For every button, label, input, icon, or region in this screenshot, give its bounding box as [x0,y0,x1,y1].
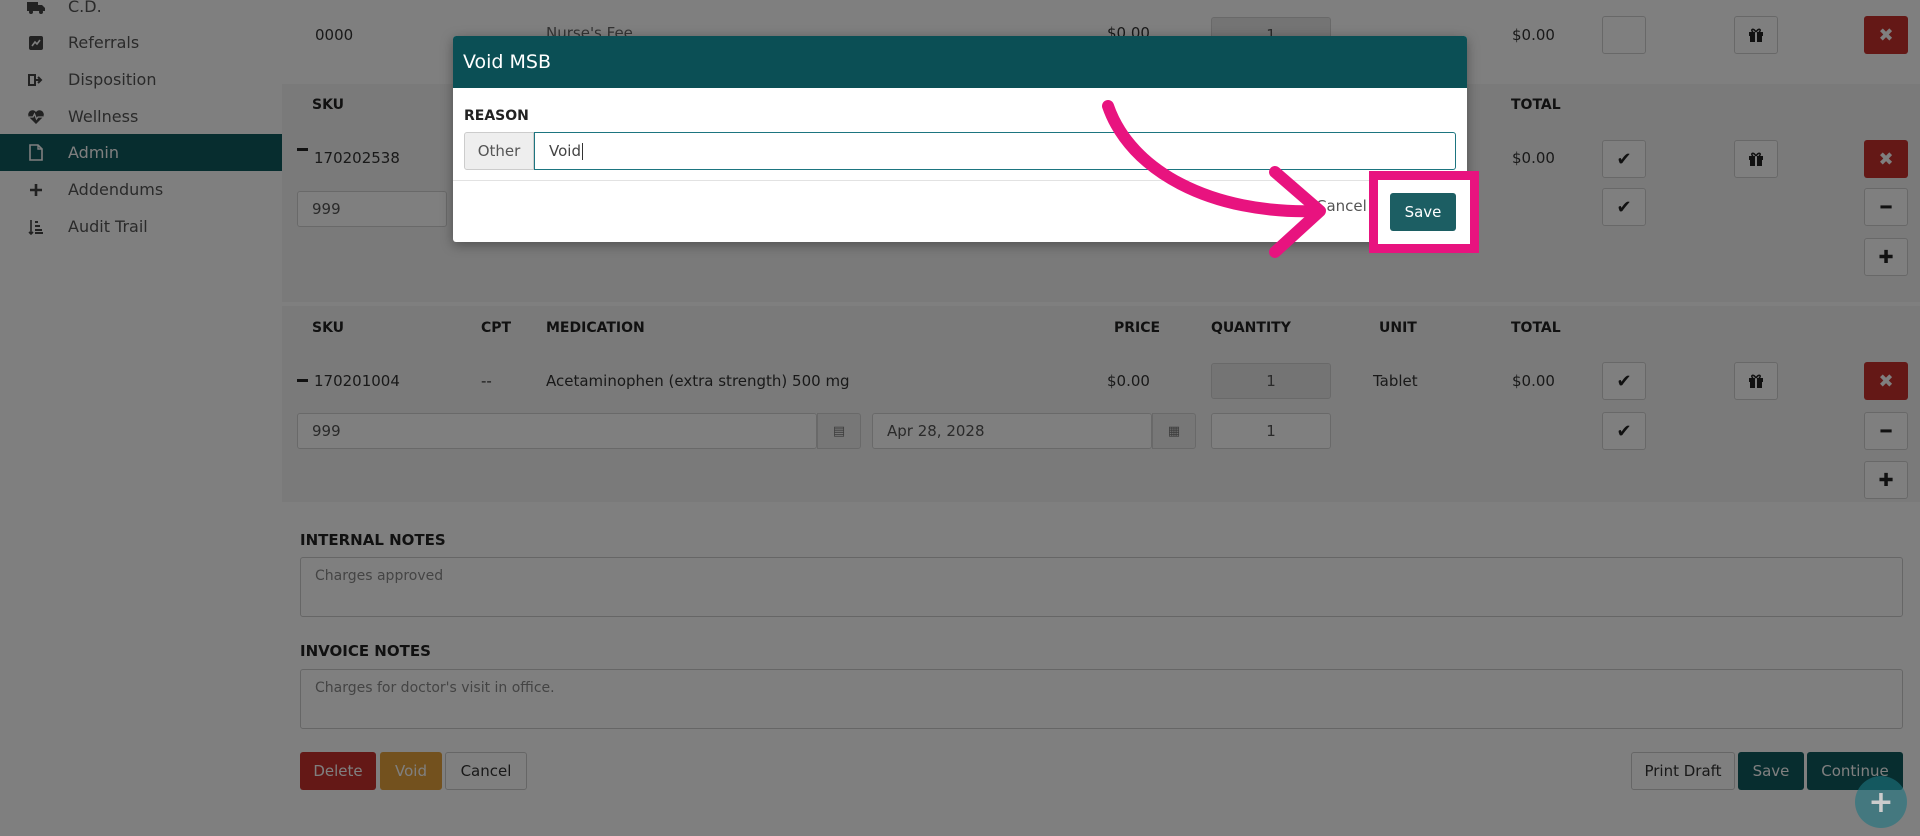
annotation-arrow-icon [1102,100,1326,258]
modal-save-button[interactable]: Save [1390,193,1456,231]
